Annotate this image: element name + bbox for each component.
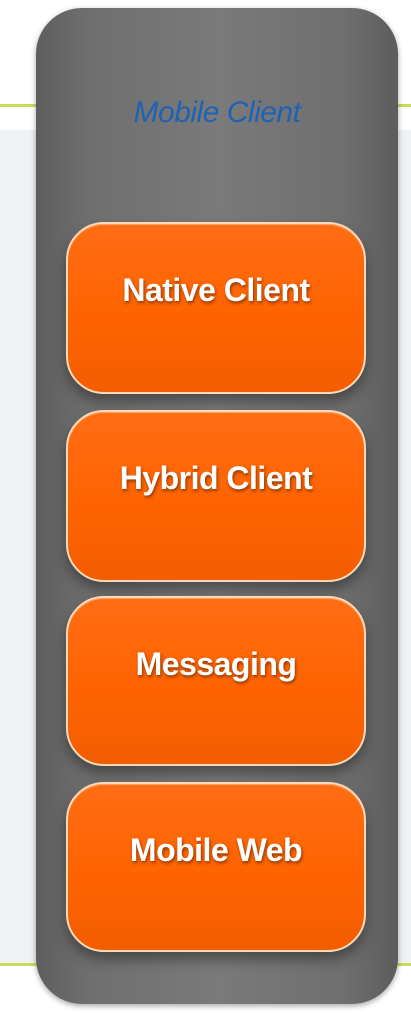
hybrid-client-block: Hybrid Client	[66, 410, 366, 582]
native-client-label: Native Client	[122, 272, 310, 308]
messaging-label: Messaging	[135, 646, 297, 682]
mobile-web-label: Mobile Web	[129, 832, 303, 868]
mobile-client-panel: Mobile Client Native Client Hybrid Clien…	[36, 8, 398, 1004]
native-client-block: Native Client	[66, 222, 366, 394]
messaging-block: Messaging	[66, 596, 366, 766]
mobile-web-block: Mobile Web	[66, 782, 366, 952]
panel-title: Mobile Client	[133, 96, 301, 129]
hybrid-client-label: Hybrid Client	[119, 460, 313, 496]
